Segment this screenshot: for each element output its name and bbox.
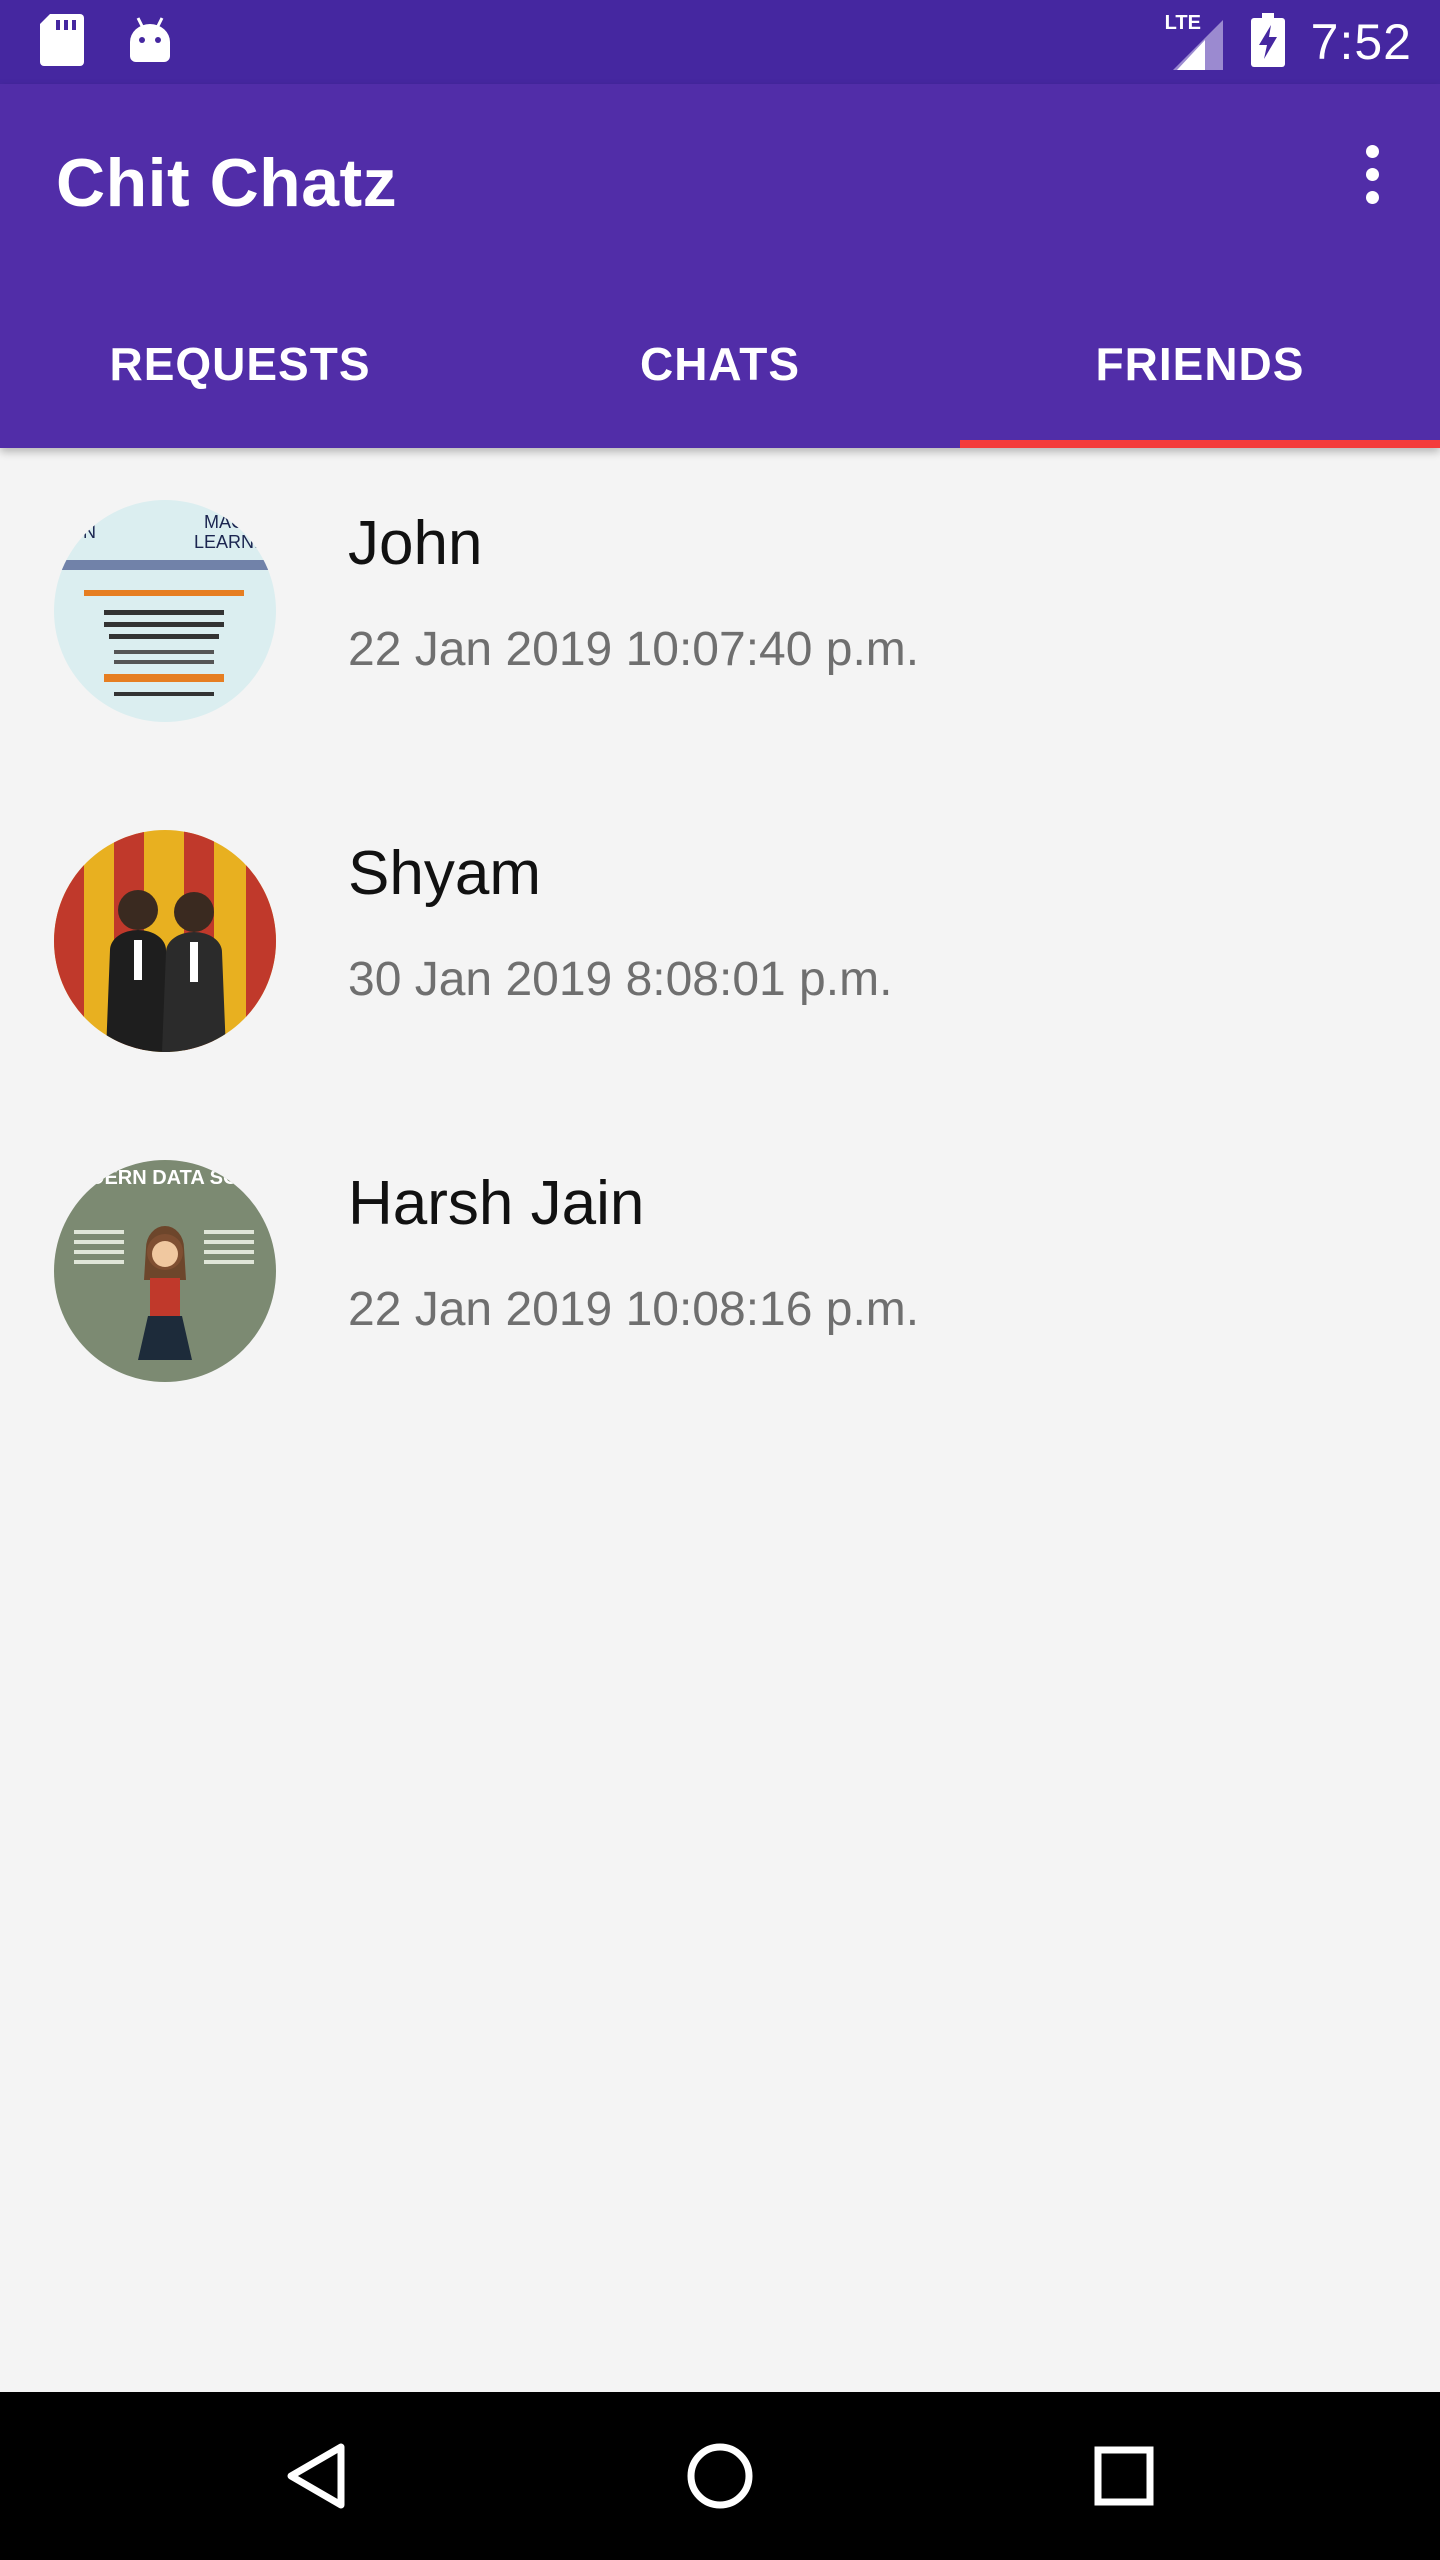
app-bar: Chit Chatz REQUESTS CHATS FRIENDS: [0, 84, 1440, 448]
more-vert-icon[interactable]: [1324, 126, 1420, 222]
navigation-bar: [0, 2392, 1440, 2560]
status-bar: LTE 7:52: [0, 0, 1440, 84]
avatar[interactable]: [54, 830, 276, 1052]
android-icon: [128, 16, 172, 69]
battery-charging-icon: [1250, 12, 1285, 72]
tab-friends[interactable]: FRIENDS: [960, 280, 1440, 448]
friend-name: John: [348, 509, 483, 578]
avatar[interactable]: DERN DATA SCIEN: [54, 1160, 276, 1382]
tab-bar: REQUESTS CHATS FRIENDS: [0, 280, 1440, 448]
tab-label: CHATS: [639, 338, 801, 390]
tab-selected-indicator: [960, 440, 1440, 448]
poster-text: LEARNI: [194, 532, 259, 552]
tab-label: FRIENDS: [1095, 338, 1305, 390]
tab-chats[interactable]: CHATS: [480, 280, 960, 448]
poster-text: MACH: [204, 512, 257, 532]
friend-timestamp: 22 Jan 2019 10:07:40 p.m.: [348, 623, 920, 676]
home-icon[interactable]: [660, 2416, 780, 2536]
friends-list: ION MACH LEARNI John 22 Jan 2019 10:07:4…: [0, 448, 1440, 1438]
back-icon[interactable]: [256, 2416, 376, 2536]
list-item[interactable]: Shyam 30 Jan 2019 8:08:01 p.m.: [0, 778, 1440, 1108]
app-title: Chit Chatz: [56, 145, 398, 221]
sd-card-icon: [40, 14, 84, 71]
list-item[interactable]: ION MACH LEARNI John 22 Jan 2019 10:07:4…: [0, 448, 1440, 778]
recents-icon[interactable]: [1064, 2416, 1184, 2536]
tab-label: REQUESTS: [109, 338, 371, 390]
list-item[interactable]: DERN DATA SCIEN Harsh Jain 22 Jan 2019 1…: [0, 1108, 1440, 1438]
poster-text: ION: [64, 522, 96, 542]
friend-name: Shyam: [348, 839, 541, 908]
tab-requests[interactable]: REQUESTS: [0, 280, 480, 448]
avatar[interactable]: ION MACH LEARNI: [54, 500, 276, 722]
signal-icon: LTE: [1165, 12, 1225, 72]
friend-name: Harsh Jain: [348, 1169, 645, 1238]
poster-text: DERN DATA SCIEN: [90, 1167, 271, 1189]
screen: LTE 7:52 Chit Chatz REQUESTS CHATS FRIEN…: [0, 0, 1440, 2560]
friend-timestamp: 22 Jan 2019 10:08:16 p.m.: [348, 1283, 920, 1336]
friend-timestamp: 30 Jan 2019 8:08:01 p.m.: [348, 953, 893, 1006]
status-time: 7:52: [1310, 14, 1412, 70]
